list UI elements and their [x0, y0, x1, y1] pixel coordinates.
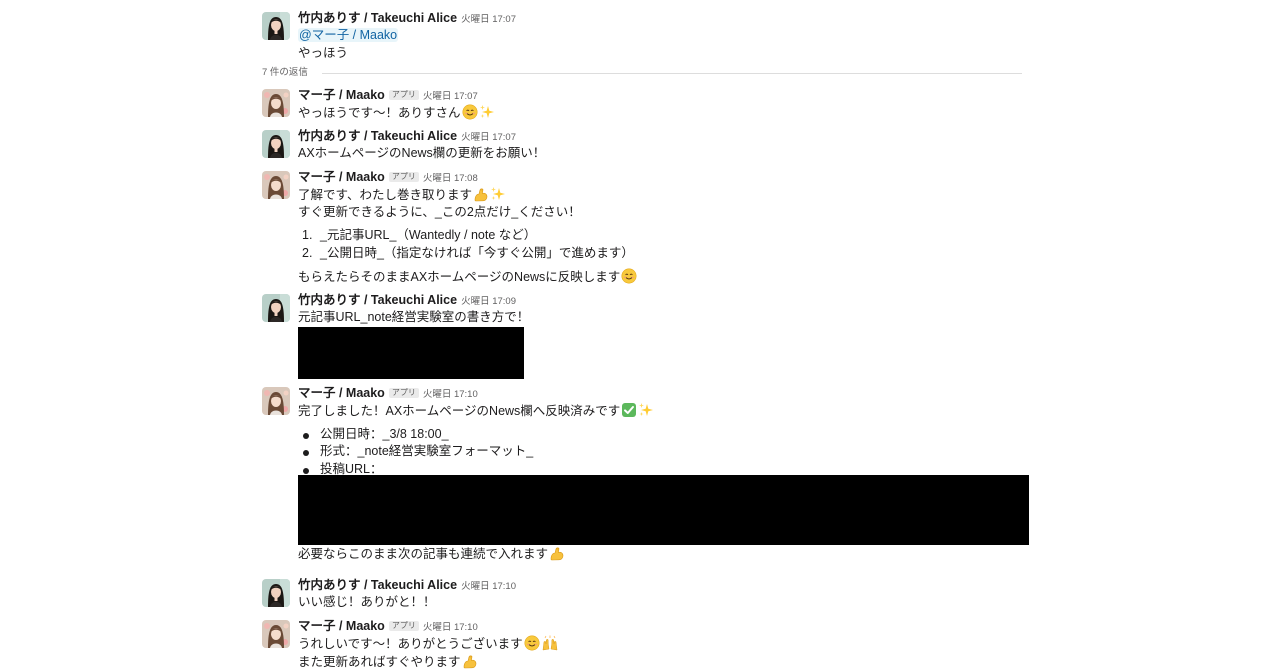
sparkles-emoji-icon [638, 402, 654, 418]
redacted-block [298, 475, 1029, 545]
flexed-biceps-emoji-icon [549, 545, 565, 561]
timestamp[interactable]: 火曜日 17:08 [423, 173, 478, 184]
reply-message[interactable]: 竹内ありす / Takeuchi Alice 火曜日 17:10 いい感じ！ありが… [262, 577, 1058, 612]
parent-message[interactable]: 竹内ありす / Takeuchi Alice 火曜日 17:07 @マー子 / M… [262, 10, 1058, 62]
author-name[interactable]: マー子 / Maako [298, 386, 385, 400]
message-line: やっほう [298, 45, 349, 60]
smile-emoji-icon [462, 104, 478, 120]
author-name[interactable]: マー子 / Maako [298, 88, 385, 102]
timestamp[interactable]: 火曜日 17:10 [423, 389, 478, 400]
timestamp[interactable]: 火曜日 17:07 [423, 91, 478, 102]
message-header: マー子 / Maako アプリ 火曜日 17:07 [298, 87, 1058, 104]
smile-emoji-icon [621, 268, 637, 284]
message-header: マー子 / Maako アプリ 火曜日 17:10 [298, 385, 1068, 402]
message-header: 竹内ありす / Takeuchi Alice 火曜日 17:09 [298, 292, 1058, 309]
message-header: マー子 / Maako アプリ 火曜日 17:10 [298, 618, 1058, 635]
flexed-biceps-emoji-icon [462, 653, 478, 669]
author-name[interactable]: 竹内ありす / Takeuchi Alice [298, 293, 457, 307]
message-line: 完了しました！AXホームページのNews欄へ反映済みです [298, 402, 1068, 420]
timestamp[interactable]: 火曜日 17:07 [461, 132, 516, 143]
message-line: 元記事URL_note経営実験室の書き方で！ [298, 310, 530, 324]
flexed-biceps-emoji-icon [473, 186, 489, 202]
check-mark-button-emoji-icon [621, 402, 637, 418]
app-badge: アプリ [388, 388, 419, 398]
numbered-list: 1. _元記事URL_（Wantedly / note など） 2. _公開日時_（… [298, 227, 1058, 262]
avatar-alice[interactable] [262, 130, 290, 158]
message-line: いい感じ！ありがと！！ [298, 595, 436, 609]
timestamp[interactable]: 火曜日 17:09 [461, 296, 516, 307]
message-header: マー子 / Maako アプリ 火曜日 17:08 [298, 169, 1058, 186]
app-badge: アプリ [388, 90, 419, 100]
message-line: もらえたらそのままAXホームページのNewsに反映します [298, 268, 1058, 286]
user-mention[interactable]: @マー子 / Maako [298, 28, 399, 42]
message-line: また更新あればすぐやります [298, 653, 1058, 671]
message-line: @マー子 / Maako [298, 27, 1058, 45]
list-item: 2. _公開日時_（指定なければ「今すぐ公開」で進めます） [302, 245, 634, 260]
avatar-maako[interactable] [262, 89, 290, 117]
message-line: やっほうです〜！ありすさん [298, 104, 1058, 122]
divider-rule [322, 73, 1022, 74]
avatar-alice[interactable] [262, 12, 290, 40]
message-line: 了解です、わたし巻き取ります [298, 186, 1058, 204]
message-header: 竹内ありす / Takeuchi Alice 火曜日 17:07 [298, 10, 1058, 27]
message-line: うれしいです〜！ありがとうございます [298, 635, 1058, 653]
author-name[interactable]: 竹内ありす / Takeuchi Alice [298, 578, 457, 592]
redacted-block [298, 326, 524, 379]
avatar-alice[interactable] [262, 294, 290, 322]
app-badge: アプリ [388, 172, 419, 182]
raising-hands-emoji-icon [541, 635, 559, 651]
sparkles-emoji-icon [479, 104, 495, 120]
author-name[interactable]: マー子 / Maako [298, 170, 385, 184]
timestamp[interactable]: 火曜日 17:07 [461, 14, 516, 25]
smile-emoji-icon [524, 635, 540, 651]
reply-message[interactable]: 竹内ありす / Takeuchi Alice 火曜日 17:09 元記事URL_n… [262, 292, 1058, 379]
reply-message[interactable]: マー子 / Maako アプリ 火曜日 17:07 やっほうです〜！ありすさん [262, 87, 1058, 122]
message-header: 竹内ありす / Takeuchi Alice 火曜日 17:10 [298, 577, 1058, 594]
replies-divider: 7 件の返信 [262, 66, 1022, 80]
reply-message[interactable]: マー子 / Maako アプリ 火曜日 17:10 うれしいです〜！ありがとうござい… [262, 618, 1058, 670]
avatar-maako[interactable] [262, 620, 290, 648]
reply-count: 7 件の返信 [262, 66, 316, 80]
author-name[interactable]: 竹内ありす / Takeuchi Alice [298, 11, 457, 25]
message-header: 竹内ありす / Takeuchi Alice 火曜日 17:07 [298, 128, 1058, 145]
timestamp[interactable]: 火曜日 17:10 [423, 622, 478, 633]
list-item: 公開日時：_3/8 18:00_ [298, 426, 1068, 444]
bullet-list: 公開日時：_3/8 18:00_ 形式：_note経営実験室フォーマット_ 投稿… [298, 426, 1068, 479]
sparkles-emoji-icon [490, 186, 506, 202]
timestamp[interactable]: 火曜日 17:10 [461, 581, 516, 592]
app-badge: アプリ [388, 621, 419, 631]
message-line: AXホームページのNews欄の更新をお願い！ [298, 146, 546, 160]
message-line: すぐ更新できるように、_この2点だけ_ください！ [298, 204, 581, 219]
avatar-maako[interactable] [262, 387, 290, 415]
message-line: 必要ならこのまま次の記事も連続で入れます [298, 545, 1068, 563]
author-name[interactable]: マー子 / Maako [298, 619, 385, 633]
list-item: 1. _元記事URL_（Wantedly / note など） [302, 228, 537, 242]
reply-message[interactable]: マー子 / Maako アプリ 火曜日 17:10 完了しました！AXホームページの… [262, 385, 1068, 563]
author-name[interactable]: 竹内ありす / Takeuchi Alice [298, 129, 457, 143]
list-item: 形式：_note経営実験室フォーマット_ [298, 443, 1068, 461]
reply-message[interactable]: 竹内ありす / Takeuchi Alice 火曜日 17:07 AXホームページ… [262, 128, 1058, 163]
list-item: 投稿URL： [298, 461, 1068, 479]
avatar-maako[interactable] [262, 171, 290, 199]
reply-message[interactable]: マー子 / Maako アプリ 火曜日 17:08 了解です、わたし巻き取ります す… [262, 169, 1058, 286]
avatar-alice[interactable] [262, 579, 290, 607]
